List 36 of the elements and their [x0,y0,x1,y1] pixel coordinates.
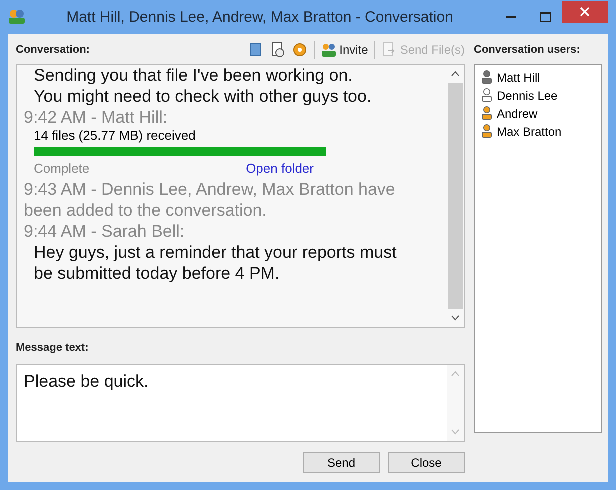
toolbar-button[interactable] [270,42,286,58]
message-header: 9:43 AM - Dennis Lee, Andrew, Max Bratton have been added to the conversation. [24,179,396,221]
message-text: Sending you that file I've been working on. [33,65,354,86]
send-button[interactable]: Send [303,452,380,473]
open-folder-link[interactable]: Open folder [246,161,314,176]
user-name[interactable]: Matt Hill [497,70,540,84]
user-name[interactable]: Andrew [497,106,538,120]
user-name[interactable]: Max Bratton [497,124,562,138]
book-icon [248,42,264,58]
message-text: Hey guys, just a reminder that your reports must be submitted today before 4 PM. [33,242,398,284]
scrollbar-thumb[interactable] [448,83,463,309]
close-icon[interactable] [562,1,608,23]
user-icon [481,70,493,85]
transfer-status: Complete [34,161,90,176]
user-icon [481,88,493,103]
maximize-icon[interactable] [540,12,550,22]
message-text: You might need to check with other guys too. [33,86,373,107]
people-icon [320,42,337,58]
message-label: Message text: [16,342,89,354]
toolbar-button[interactable] [248,42,264,58]
user-name[interactable]: Dennis Lee [497,88,558,102]
invite-button[interactable]: Invite [320,42,368,58]
toolbar-button[interactable] [292,42,308,58]
close-button[interactable]: Close [388,452,465,473]
file-summary: 14 files (25.77 MB) received [34,128,196,143]
window-title: Matt Hill, Dennis Lee, Andrew, Max Bratton - Conversation [66,8,454,26]
info-icon [270,42,286,58]
app-icon [8,9,26,25]
conversation-label: Conversation: [16,44,91,56]
file-icon [381,42,398,58]
users-label: Conversation users: [474,44,580,56]
gear-icon [292,42,308,58]
message-header: 9:42 AM - Matt Hill: [24,107,169,128]
message-header: 9:44 AM - Sarah Bell: [24,221,186,242]
user-icon [481,106,493,121]
user-icon [481,124,493,139]
